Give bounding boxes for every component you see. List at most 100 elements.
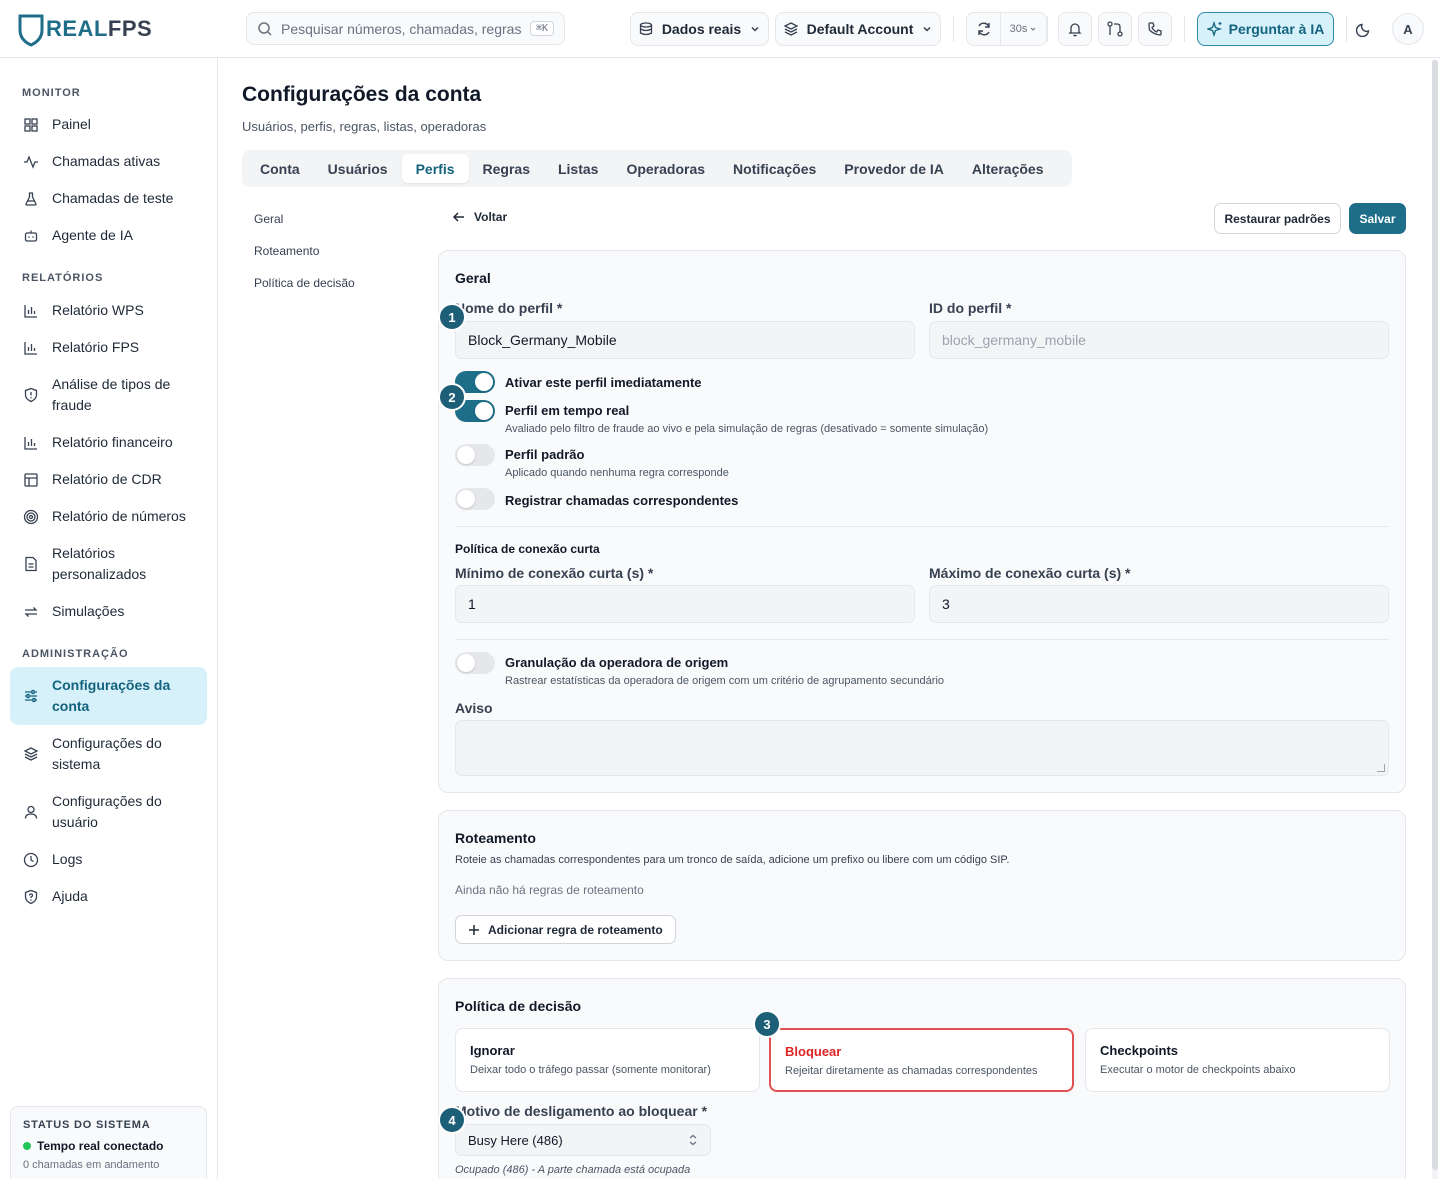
system-status-panel: STATUS DO SISTEMA Tempo real conectado 0… bbox=[10, 1106, 207, 1179]
decision-option-ignorar[interactable]: Ignorar Deixar todo o tráfego passar (so… bbox=[455, 1028, 760, 1092]
page-scrollbar[interactable] bbox=[1432, 60, 1438, 1179]
tab-listas[interactable]: Listas bbox=[544, 154, 612, 183]
sidebar-item-relatorio-financeiro[interactable]: Relatório financeiro bbox=[10, 432, 207, 453]
sidebar-item-relatorio-fps[interactable]: Relatório FPS bbox=[10, 337, 207, 358]
tab-provedor-ia[interactable]: Provedor de IA bbox=[830, 154, 958, 183]
refresh-interval-value: 30s bbox=[1009, 23, 1028, 35]
subnav-politica-decisao[interactable]: Política de decisão bbox=[254, 276, 355, 290]
plus-icon bbox=[469, 924, 479, 935]
theme-toggle-button[interactable] bbox=[1347, 12, 1381, 46]
default-profile-toggle[interactable] bbox=[455, 444, 495, 466]
add-routing-rule-button[interactable]: Adicionar regra de roteamento bbox=[455, 915, 676, 944]
sidebar-item-label: Configurações da conta bbox=[52, 677, 171, 714]
sidebar-item-relatorios-personalizados[interactable]: Relatórios personalizados bbox=[10, 543, 207, 585]
sidebar-item-chamadas-teste[interactable]: Chamadas de teste bbox=[10, 188, 207, 209]
sidebar-item-relatorio-cdr[interactable]: Relatório de CDR bbox=[10, 469, 207, 490]
tab-usuarios[interactable]: Usuários bbox=[314, 154, 402, 183]
tab-notificacoes[interactable]: Notificações bbox=[719, 154, 830, 183]
avatar-initial: A bbox=[1403, 21, 1413, 37]
restore-defaults-button[interactable]: Restaurar padrões bbox=[1214, 203, 1341, 234]
profile-name-input[interactable]: Block_Germany_Mobile bbox=[455, 321, 915, 359]
toolbar-divider bbox=[953, 16, 954, 42]
status-title: STATUS DO SISTEMA bbox=[23, 1119, 151, 1131]
short-max-value: 3 bbox=[942, 596, 950, 612]
realtime-profile-label: Perfil em tempo real bbox=[505, 403, 630, 418]
subnav-roteamento[interactable]: Roteamento bbox=[254, 244, 319, 258]
tab-operadoras[interactable]: Operadoras bbox=[612, 154, 719, 183]
file-text-icon bbox=[22, 543, 40, 585]
log-calls-toggle[interactable] bbox=[455, 488, 495, 510]
default-profile-label: Perfil padrão bbox=[505, 447, 585, 462]
routing-empty: Ainda não há regras de roteamento bbox=[455, 883, 644, 897]
tab-perfis[interactable]: Perfis bbox=[401, 154, 469, 183]
user-avatar[interactable]: A bbox=[1392, 13, 1424, 45]
sidebar-item-label: Agente de IA bbox=[52, 227, 133, 243]
sidebar-item-label: Relatório FPS bbox=[52, 339, 140, 355]
short-min-value: 1 bbox=[468, 596, 476, 612]
ask-ai-button[interactable]: Perguntar à IA bbox=[1197, 12, 1334, 46]
global-search[interactable]: ⌘K bbox=[246, 12, 565, 45]
refresh-control: 30s bbox=[966, 12, 1047, 46]
option-title: Checkpoints bbox=[1100, 1043, 1179, 1058]
tab-regras[interactable]: Regras bbox=[469, 154, 544, 183]
sidebar-item-painel[interactable]: Painel bbox=[10, 114, 207, 135]
sidebar: MONITOR Painel Chamadas ativas Chamadas … bbox=[0, 58, 218, 1179]
refresh-button[interactable] bbox=[967, 13, 1001, 45]
logo[interactable]: REALFPS bbox=[16, 10, 152, 48]
realtime-profile-desc: Avaliado pelo filtro de fraude ao vivo e… bbox=[505, 423, 989, 435]
profile-id-value: block_germany_mobile bbox=[942, 332, 1086, 348]
refresh-interval-select[interactable]: 30s bbox=[1001, 23, 1046, 35]
git-compare-icon bbox=[1107, 21, 1123, 37]
logo-real-text: REAL bbox=[46, 16, 108, 41]
log-calls-label: Registrar chamadas correspondentes bbox=[505, 493, 739, 508]
page-title: Configurações da conta bbox=[242, 83, 482, 106]
sidebar-item-configuracoes-usuario[interactable]: Configurações do usuário bbox=[10, 791, 207, 833]
account-dropdown[interactable]: Default Account bbox=[775, 12, 941, 46]
sidebar-item-simulacoes[interactable]: Simulações bbox=[10, 601, 207, 622]
save-button[interactable]: Salvar bbox=[1349, 203, 1406, 234]
phone-button[interactable] bbox=[1138, 12, 1172, 46]
routing-card: Roteamento Roteie as chamadas correspond… bbox=[438, 810, 1406, 961]
hangup-reason-select[interactable]: Busy Here (486) bbox=[455, 1124, 711, 1156]
sidebar-item-relatorio-numeros[interactable]: Relatório de números bbox=[10, 506, 207, 527]
sidebar-item-configuracoes-conta[interactable]: Configurações da conta bbox=[10, 667, 207, 725]
granulation-label: Granulação da operadora de origem bbox=[505, 655, 729, 670]
sidebar-item-agente-ia[interactable]: Agente de IA bbox=[10, 225, 207, 246]
sidebar-item-label: Painel bbox=[52, 116, 91, 132]
database-icon bbox=[639, 22, 652, 36]
granulation-toggle[interactable] bbox=[455, 652, 495, 674]
profile-name-label: Nome do perfil * bbox=[455, 300, 563, 316]
notifications-button[interactable] bbox=[1058, 12, 1092, 46]
chevron-down-icon bbox=[1031, 27, 1036, 31]
arrow-left-icon bbox=[452, 212, 464, 222]
bar-chart-icon bbox=[22, 337, 40, 358]
sidebar-item-relatorio-wps[interactable]: Relatório WPS bbox=[10, 300, 207, 321]
logo-fps-text: FPS bbox=[107, 16, 153, 41]
tab-alteracoes[interactable]: Alterações bbox=[958, 154, 1058, 183]
short-min-input[interactable]: 1 bbox=[455, 585, 915, 623]
sidebar-item-ajuda[interactable]: Ajuda bbox=[10, 886, 207, 907]
search-input[interactable] bbox=[281, 20, 522, 37]
decision-option-checkpoints[interactable]: Checkpoints Executar o motor de checkpoi… bbox=[1085, 1028, 1390, 1092]
hangup-reason-label: Motivo de desligamento ao bloquear * bbox=[455, 1103, 708, 1119]
short-max-input[interactable]: 3 bbox=[929, 585, 1389, 623]
sidebar-item-label: Simulações bbox=[52, 603, 125, 619]
subnav-geral[interactable]: Geral bbox=[254, 212, 283, 226]
data-source-dropdown[interactable]: Dados reais bbox=[630, 12, 769, 46]
resize-handle-icon[interactable] bbox=[1377, 764, 1385, 772]
sidebar-item-label: Chamadas de teste bbox=[52, 190, 174, 206]
back-button[interactable]: Voltar bbox=[452, 210, 507, 224]
git-compare-button[interactable] bbox=[1098, 12, 1132, 46]
tab-conta[interactable]: Conta bbox=[246, 154, 314, 183]
add-routing-rule-label: Adicionar regra de roteamento bbox=[488, 922, 663, 937]
sidebar-item-chamadas-ativas[interactable]: Chamadas ativas bbox=[10, 151, 207, 172]
notice-textarea[interactable] bbox=[455, 720, 1389, 776]
sidebar-item-configuracoes-sistema[interactable]: Configurações do sistema bbox=[10, 733, 207, 775]
decision-option-bloquear[interactable]: Bloquear Rejeitar diretamente as chamada… bbox=[769, 1028, 1074, 1092]
sidebar-item-label: Relatório de CDR bbox=[52, 471, 162, 487]
search-shortcut: ⌘K bbox=[529, 21, 554, 36]
scrollbar-thumb[interactable] bbox=[1432, 60, 1438, 1170]
option-title: Ignorar bbox=[470, 1043, 515, 1058]
sidebar-item-logs[interactable]: Logs bbox=[10, 849, 207, 870]
sidebar-item-analise-fraude[interactable]: Análise de tipos de fraude bbox=[10, 374, 207, 416]
